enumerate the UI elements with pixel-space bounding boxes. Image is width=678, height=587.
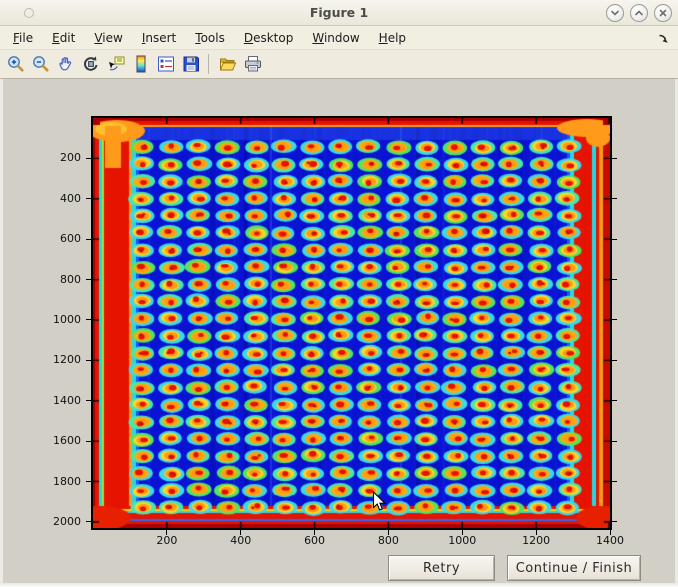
x-tick-mark bbox=[166, 530, 167, 535]
pan-button[interactable] bbox=[53, 52, 78, 77]
y-tick-mark-right bbox=[612, 441, 617, 442]
close-window-button[interactable] bbox=[654, 4, 672, 22]
close-icon bbox=[657, 7, 669, 19]
x-tick-label: 200 bbox=[142, 534, 192, 547]
zoom-out-icon bbox=[31, 54, 51, 74]
shade-window-button[interactable] bbox=[606, 4, 624, 22]
x-tick-label: 400 bbox=[216, 534, 266, 547]
menubar: File Edit View Insert Tools Desktop Wind… bbox=[0, 26, 678, 50]
x-tick-label: 1000 bbox=[437, 534, 487, 547]
maximize-window-button[interactable] bbox=[630, 4, 648, 22]
titlebar[interactable]: Figure 1 bbox=[0, 0, 678, 26]
y-tick-mark bbox=[86, 400, 91, 401]
window-border-bottom bbox=[0, 583, 678, 587]
menu-help[interactable]: Help bbox=[379, 31, 406, 45]
x-tick-mark bbox=[240, 530, 241, 535]
y-tick-mark-right bbox=[612, 158, 617, 159]
menu-window[interactable]: Window bbox=[312, 31, 359, 45]
y-tick-mark-right bbox=[612, 521, 617, 522]
print-icon bbox=[243, 54, 263, 74]
open-folder-icon bbox=[218, 54, 238, 74]
x-tick-mark bbox=[314, 530, 315, 535]
save-button[interactable] bbox=[178, 52, 203, 77]
chevron-down-icon bbox=[609, 7, 621, 19]
y-tick-mark-right bbox=[612, 279, 617, 280]
y-tick-mark-right bbox=[612, 239, 617, 240]
open-button[interactable] bbox=[215, 52, 240, 77]
x-tick-mark bbox=[462, 530, 463, 535]
x-tick-mark bbox=[536, 530, 537, 535]
y-tick-label: 400 bbox=[31, 192, 81, 205]
x-tick-label: 600 bbox=[290, 534, 340, 547]
toolbar-separator bbox=[208, 54, 209, 74]
retry-button[interactable]: Retry bbox=[388, 555, 495, 581]
continue-finish-button[interactable]: Continue / Finish bbox=[507, 555, 641, 581]
legend-button[interactable] bbox=[153, 52, 178, 77]
y-tick-label: 600 bbox=[31, 232, 81, 245]
mouse-cursor bbox=[372, 491, 387, 513]
y-tick-mark bbox=[86, 279, 91, 280]
rotate-3d-button[interactable] bbox=[78, 52, 103, 77]
y-tick-mark bbox=[86, 319, 91, 320]
dock-figure-icon[interactable] bbox=[656, 31, 670, 45]
y-tick-mark bbox=[86, 441, 91, 442]
y-tick-label: 800 bbox=[31, 273, 81, 286]
y-tick-mark bbox=[86, 521, 91, 522]
figure-window: Figure 1 File Edit View Insert Tools Des… bbox=[0, 0, 678, 587]
y-tick-mark-right bbox=[612, 319, 617, 320]
chevron-up-icon bbox=[633, 7, 645, 19]
y-tick-label: 1200 bbox=[31, 353, 81, 366]
save-icon bbox=[181, 54, 201, 74]
colorbar-icon bbox=[131, 54, 151, 74]
menu-tools[interactable]: Tools bbox=[195, 31, 225, 45]
window-title: Figure 1 bbox=[0, 5, 678, 20]
zoom-in-button[interactable] bbox=[3, 52, 28, 77]
y-tick-mark bbox=[86, 360, 91, 361]
y-tick-label: 1400 bbox=[31, 394, 81, 407]
x-tick-mark bbox=[610, 530, 611, 535]
x-tick-label: 1200 bbox=[511, 534, 561, 547]
axes: 2004006008001000120014002004006008001000… bbox=[93, 118, 610, 528]
y-tick-mark bbox=[86, 198, 91, 199]
zoom-out-button[interactable] bbox=[28, 52, 53, 77]
data-cursor-button[interactable] bbox=[103, 52, 128, 77]
toolbar bbox=[0, 50, 678, 79]
y-tick-label: 1000 bbox=[31, 313, 81, 326]
menu-view[interactable]: View bbox=[94, 31, 122, 45]
zoom-in-icon bbox=[6, 54, 26, 74]
data-cursor-icon bbox=[106, 54, 126, 74]
y-tick-mark bbox=[86, 239, 91, 240]
pan-hand-icon bbox=[56, 54, 76, 74]
x-tick-label: 1400 bbox=[585, 534, 635, 547]
y-tick-mark bbox=[86, 481, 91, 482]
y-tick-mark-right bbox=[612, 360, 617, 361]
y-tick-mark-right bbox=[612, 400, 617, 401]
y-tick-label: 2000 bbox=[31, 515, 81, 528]
menu-file[interactable]: File bbox=[13, 31, 33, 45]
y-tick-label: 200 bbox=[31, 151, 81, 164]
menu-desktop[interactable]: Desktop bbox=[244, 31, 294, 45]
menu-edit[interactable]: Edit bbox=[52, 31, 75, 45]
y-tick-label: 1600 bbox=[31, 434, 81, 447]
y-tick-mark bbox=[86, 158, 91, 159]
colorbar-button[interactable] bbox=[128, 52, 153, 77]
plate-image bbox=[93, 118, 610, 528]
menu-insert[interactable]: Insert bbox=[142, 31, 176, 45]
rotate-3d-icon bbox=[81, 54, 101, 74]
y-tick-mark-right bbox=[612, 198, 617, 199]
x-tick-label: 800 bbox=[363, 534, 413, 547]
print-button[interactable] bbox=[240, 52, 265, 77]
window-border-left bbox=[0, 79, 3, 587]
y-tick-mark-right bbox=[612, 481, 617, 482]
legend-icon bbox=[156, 54, 176, 74]
y-tick-label: 1800 bbox=[31, 475, 81, 488]
x-tick-mark bbox=[388, 530, 389, 535]
